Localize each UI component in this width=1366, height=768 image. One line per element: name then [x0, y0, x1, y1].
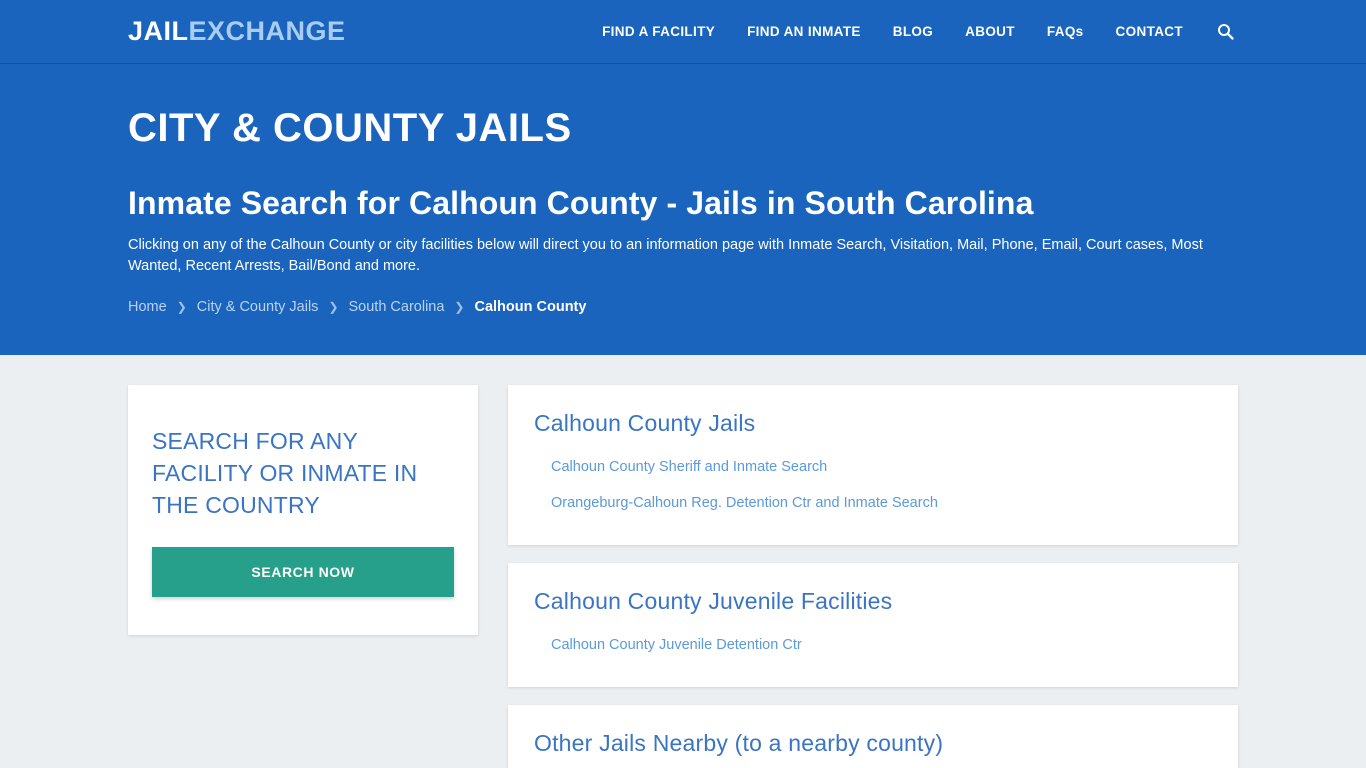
main-menu: FIND A FACILITY FIND AN INMATE BLOG ABOU…: [586, 23, 1238, 40]
facility-card-jails: Calhoun County Jails Calhoun County Sher…: [508, 385, 1238, 545]
search-promo-card: SEARCH FOR ANY FACILITY OR INMATE IN THE…: [128, 385, 478, 635]
chevron-right-icon: ❯: [454, 300, 465, 315]
search-now-button[interactable]: SEARCH NOW: [152, 547, 454, 597]
page-description: Clicking on any of the Calhoun County or…: [128, 237, 1203, 275]
list-item: Calhoun County Sheriff and Inmate Search: [534, 455, 1212, 479]
breadcrumb-item-south-carolina[interactable]: South Carolina: [349, 299, 445, 315]
list-item: Orangeburg-Calhoun Reg. Detention Ctr an…: [534, 491, 1212, 515]
logo-text-jail: JAIL: [128, 16, 189, 46]
facility-link-list: Calhoun County Sheriff and Inmate Search…: [534, 455, 1212, 515]
nav-item-about[interactable]: ABOUT: [949, 24, 1031, 39]
nav-item-find-a-facility[interactable]: FIND A FACILITY: [586, 24, 731, 39]
chevron-right-icon: ❯: [328, 300, 339, 315]
chevron-right-icon: ❯: [176, 300, 187, 315]
page-title: Inmate Search for Calhoun County - Jails…: [128, 185, 1034, 221]
logo-text-exchange: EXCHANGE: [188, 16, 346, 46]
breadcrumb-item-calhoun-county: Calhoun County: [474, 299, 587, 316]
facility-link[interactable]: Orangeburg-Calhoun Reg. Detention Ctr an…: [534, 491, 938, 515]
facility-card-title: Calhoun County Jails: [534, 410, 756, 436]
sidebar: SEARCH FOR ANY FACILITY OR INMATE IN THE…: [128, 385, 478, 635]
breadcrumb-item-city-county-jails[interactable]: City & County Jails: [197, 299, 319, 315]
hero-banner: CITY & COUNTY JAILS Inmate Search for Ca…: [0, 64, 1366, 355]
site-logo[interactable]: JAILEXCHANGE: [128, 18, 346, 45]
top-navigation-bar: JAILEXCHANGE FIND A FACILITY FIND AN INM…: [0, 0, 1366, 64]
facility-list-column: Calhoun County Jails Calhoun County Sher…: [508, 385, 1238, 768]
nav-item-blog[interactable]: BLOG: [877, 24, 949, 39]
page-kicker: CITY & COUNTY JAILS: [128, 106, 572, 150]
facility-card-juvenile: Calhoun County Juvenile Facilities Calho…: [508, 562, 1238, 687]
facility-link-list: Calhoun County Juvenile Detention Ctr: [534, 633, 1212, 657]
search-promo-title: SEARCH FOR ANY FACILITY OR INMATE IN THE…: [152, 428, 418, 518]
page-root: JAILEXCHANGE FIND A FACILITY FIND AN INM…: [0, 0, 1366, 768]
nav-item-find-an-inmate[interactable]: FIND AN INMATE: [731, 24, 877, 39]
breadcrumb-item-home[interactable]: Home: [128, 299, 167, 315]
nav-item-faqs[interactable]: FAQs: [1031, 24, 1100, 39]
list-item: Calhoun County Juvenile Detention Ctr: [534, 633, 1212, 657]
main-content: SEARCH FOR ANY FACILITY OR INMATE IN THE…: [0, 355, 1366, 768]
facility-card-title: Other Jails Nearby (to a nearby county): [534, 729, 944, 756]
nav-item-contact[interactable]: CONTACT: [1100, 24, 1199, 39]
search-icon[interactable]: [1199, 23, 1238, 40]
facility-card-nearby: Other Jails Nearby (to a nearby county): [508, 704, 1238, 768]
breadcrumb: Home ❯ City & County Jails ❯ South Carol…: [128, 299, 1238, 315]
facility-card-title: Calhoun County Juvenile Facilities: [534, 587, 893, 614]
facility-link[interactable]: Calhoun County Sheriff and Inmate Search: [534, 455, 827, 479]
facility-link[interactable]: Calhoun County Juvenile Detention Ctr: [534, 633, 802, 657]
